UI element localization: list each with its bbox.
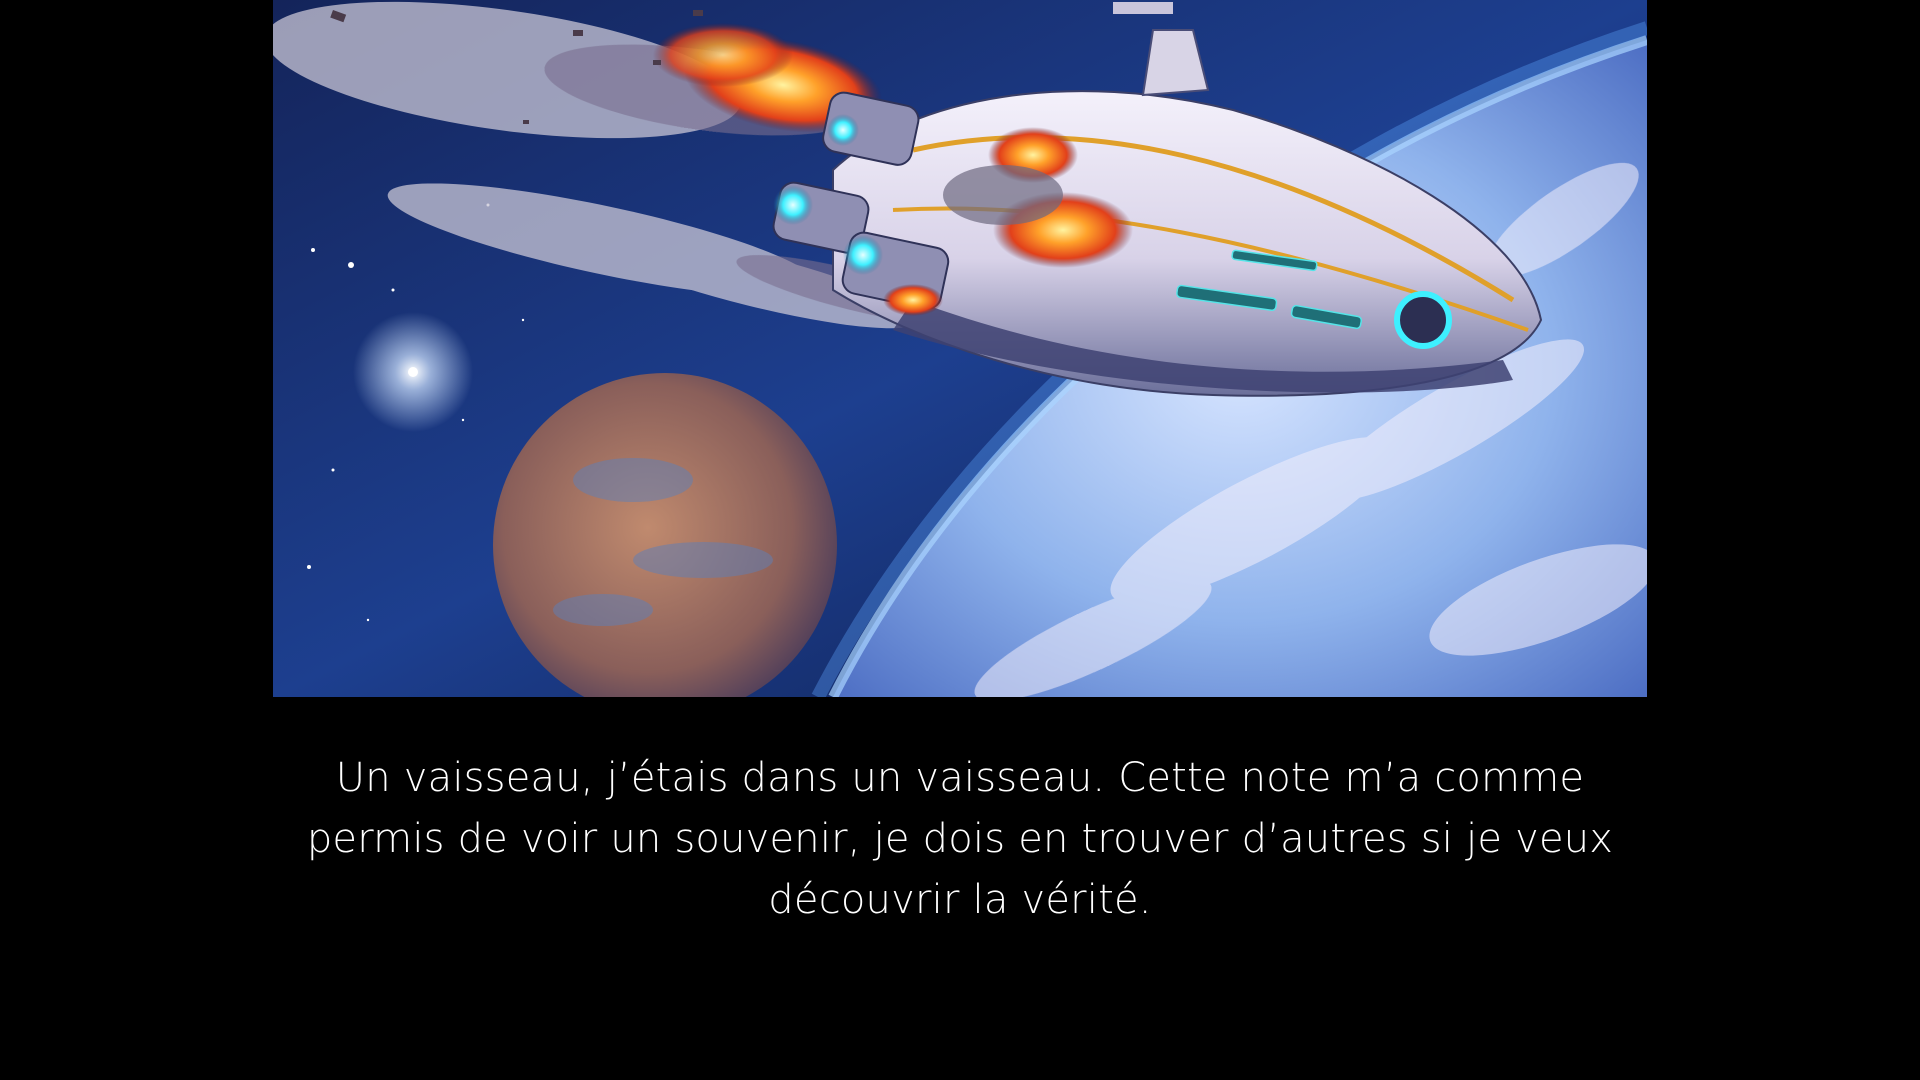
cutscene-screen: Un vaisseau, j’étais dans un vaisseau. C…	[0, 0, 1920, 1080]
memory-illustration	[273, 0, 1647, 697]
memory-caption-text: Un vaisseau, j’étais dans un vaisseau. C…	[306, 755, 1614, 923]
